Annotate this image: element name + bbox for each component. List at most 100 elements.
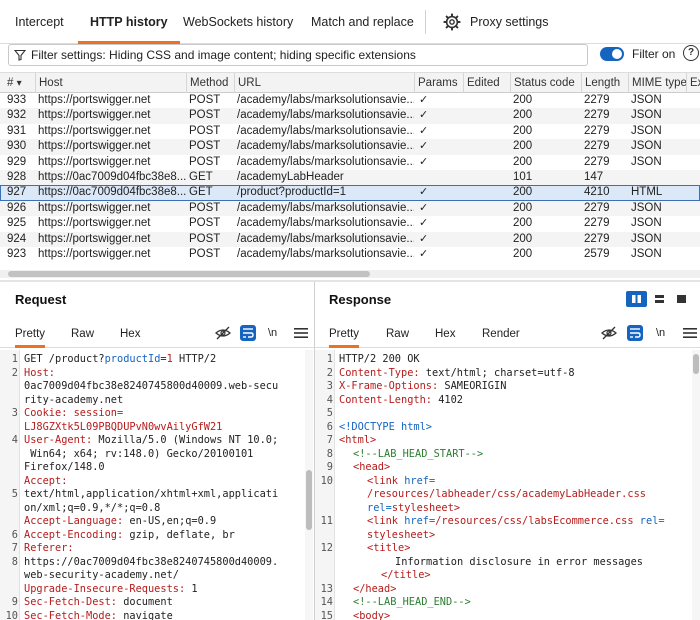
cookie-value: LJ8GZXtk5L09PBQDUPvN0wvAilyGfW21: [24, 420, 223, 433]
tab-intercept[interactable]: Intercept: [15, 0, 64, 44]
col-host[interactable]: Host: [35, 73, 186, 93]
header-value-host-1: 0ac7009d04fbc38e8240745800d40009.web-sec…: [24, 380, 279, 392]
cell-mime: HTML: [631, 186, 663, 199]
col-status-code[interactable]: Status code: [510, 73, 581, 93]
newline-icon[interactable]: \n: [268, 325, 284, 341]
cell-status: 200: [513, 140, 533, 153]
line-number: 2: [11, 366, 18, 379]
col-edited[interactable]: Edited: [463, 73, 510, 93]
col-length[interactable]: Length: [581, 73, 628, 93]
tab-http-history[interactable]: HTTP history: [78, 0, 180, 44]
cell-num: 924: [7, 232, 27, 245]
request-tab-pretty[interactable]: Pretty: [15, 320, 46, 348]
scrollbar-thumb[interactable]: [306, 470, 312, 530]
split-horizontal-layout-button[interactable]: [626, 291, 647, 307]
cell-mime: JSON: [631, 217, 662, 230]
request-vertical-scrollbar[interactable]: [305, 350, 313, 620]
response-tab-pretty[interactable]: Pretty: [329, 320, 360, 348]
request-view-tabs: Pretty Raw Hex: [0, 320, 314, 348]
tabs-layout-button[interactable]: [671, 291, 692, 307]
request-line: GET /product?productId=1 HTTP/2: [24, 353, 216, 365]
tab-match-and-replace[interactable]: Match and replace: [311, 0, 414, 44]
line-number: 4: [326, 393, 333, 406]
request-tab-raw[interactable]: Raw: [71, 320, 94, 348]
response-tab-render[interactable]: Render: [482, 320, 520, 348]
table-row[interactable]: 924 https://portswigger.net POST/academy/l…: [0, 231, 700, 247]
title-open-tag: <title>: [367, 542, 411, 554]
html-open-tag: <html>: [339, 434, 377, 446]
header-key-cookie: Cookie:: [24, 407, 68, 419]
col-number[interactable]: # ▾: [0, 73, 35, 93]
cell-params: ✓: [419, 186, 429, 199]
cell-status: 200: [513, 217, 533, 230]
request-editor[interactable]: 1234567891011 GET /product?productId=1 H…: [0, 350, 314, 620]
cell-host: https://portswigger.net: [38, 248, 151, 260]
table-row[interactable]: 923 https://portswigger.net POST/academy/l…: [0, 247, 700, 262]
href-attribute: href=: [404, 515, 436, 527]
table-header: # ▾ Host Method URL Params Edited Status…: [0, 72, 700, 93]
cell-status: 200: [513, 248, 533, 260]
table-row[interactable]: 932 https://portswigger.net POST/academy/l…: [0, 108, 700, 124]
filter-toggle[interactable]: [600, 47, 624, 61]
cookie-name: session=: [73, 407, 124, 419]
response-tab-hex[interactable]: Hex: [435, 320, 455, 348]
col-mime-type[interactable]: MIME type: [628, 73, 686, 93]
line-number: 3: [11, 407, 18, 419]
table-row[interactable]: 928 https://0ac7009d04fbc38e8... GET/acade…: [0, 170, 700, 186]
scrollbar-thumb[interactable]: [693, 354, 699, 374]
title-close-tag: </title>: [381, 569, 431, 581]
response-tab-raw[interactable]: Raw: [386, 320, 409, 348]
tag-close: >: [453, 501, 461, 514]
help-icon[interactable]: ?: [683, 45, 699, 61]
word-wrap-icon[interactable]: [627, 325, 643, 341]
tab-websockets-history[interactable]: WebSockets history: [183, 0, 293, 44]
horizontal-scrollbar[interactable]: [0, 270, 700, 278]
table-row[interactable]: 933 https://portswigger.net POST/academy/l…: [0, 93, 700, 108]
table-row[interactable]: 931 https://portswigger.net POST/academy/l…: [0, 124, 700, 139]
cell-url: /academy/labs/marksolutionsavie...: [237, 140, 414, 153]
cell-url: /academy/labs/marksolutionsavie...: [237, 201, 414, 214]
col-extension[interactable]: Ex: [686, 73, 700, 93]
cell-status: 200: [513, 186, 533, 199]
table-row[interactable]: 926 https://portswigger.net POST/academy/l…: [0, 200, 700, 217]
word-wrap-icon[interactable]: [240, 325, 256, 341]
table-row[interactable]: 930 https://portswigger.net POST/academy/l…: [0, 139, 700, 155]
response-vertical-scrollbar[interactable]: [692, 350, 700, 620]
cell-num: 932: [7, 109, 27, 122]
gear-icon[interactable]: [443, 13, 461, 31]
table-row[interactable]: 927 https://0ac7009d04fbc38e8... GET/produ…: [0, 185, 700, 201]
newline-icon[interactable]: \n: [656, 325, 672, 341]
filter-settings-box[interactable]: Filter settings: Hiding CSS and image co…: [8, 44, 588, 66]
menu-icon[interactable]: [293, 325, 309, 341]
cell-url: /academy/labs/marksolutionsavie...: [237, 232, 414, 245]
table-row[interactable]: 925 https://portswigger.net POST/academy/l…: [0, 216, 700, 231]
upgrade-insecure-line: Upgrade-Insecure-Requests: 1: [24, 583, 198, 595]
rel-attribute: rel=: [639, 515, 665, 527]
menu-icon[interactable]: [682, 325, 698, 341]
cell-num: 933: [7, 94, 27, 106]
link-open: <link: [367, 474, 398, 487]
response-editor[interactable]: 1 2 3 4 5 6 7 8 9 10 11 12 13 14 15 HTTP/2 200 OK Cont…: [315, 350, 700, 620]
hide-nonprintable-icon[interactable]: [215, 325, 231, 341]
col-number-label: #: [7, 77, 14, 89]
filter-icon: [14, 49, 26, 61]
request-tab-hex[interactable]: Hex: [120, 320, 140, 348]
hide-nonprintable-icon[interactable]: [601, 325, 617, 341]
header-value-upgrade-insecure-requests: 1: [191, 582, 198, 595]
cell-status: 200: [513, 109, 533, 122]
col-method[interactable]: Method: [186, 73, 234, 93]
pane-separator: [0, 280, 700, 282]
col-params[interactable]: Params: [414, 73, 463, 93]
request-title: Request: [15, 292, 67, 307]
body-open-tag: <body>: [353, 609, 391, 620]
href-attribute: href=: [404, 474, 436, 487]
split-vertical-layout-button[interactable]: [649, 291, 670, 307]
col-url[interactable]: URL: [234, 73, 414, 93]
line-number: 1: [11, 353, 18, 365]
tab-proxy-settings[interactable]: Proxy settings: [470, 0, 549, 44]
title-text: Information disclosure in error messages: [395, 555, 643, 568]
cell-length: 2279: [584, 94, 610, 106]
table-row[interactable]: 929 https://portswigger.net POST/academy/l…: [0, 155, 700, 170]
scrollbar-thumb[interactable]: [8, 271, 370, 277]
cell-url: /academy/labs/marksolutionsavie...: [237, 217, 414, 230]
